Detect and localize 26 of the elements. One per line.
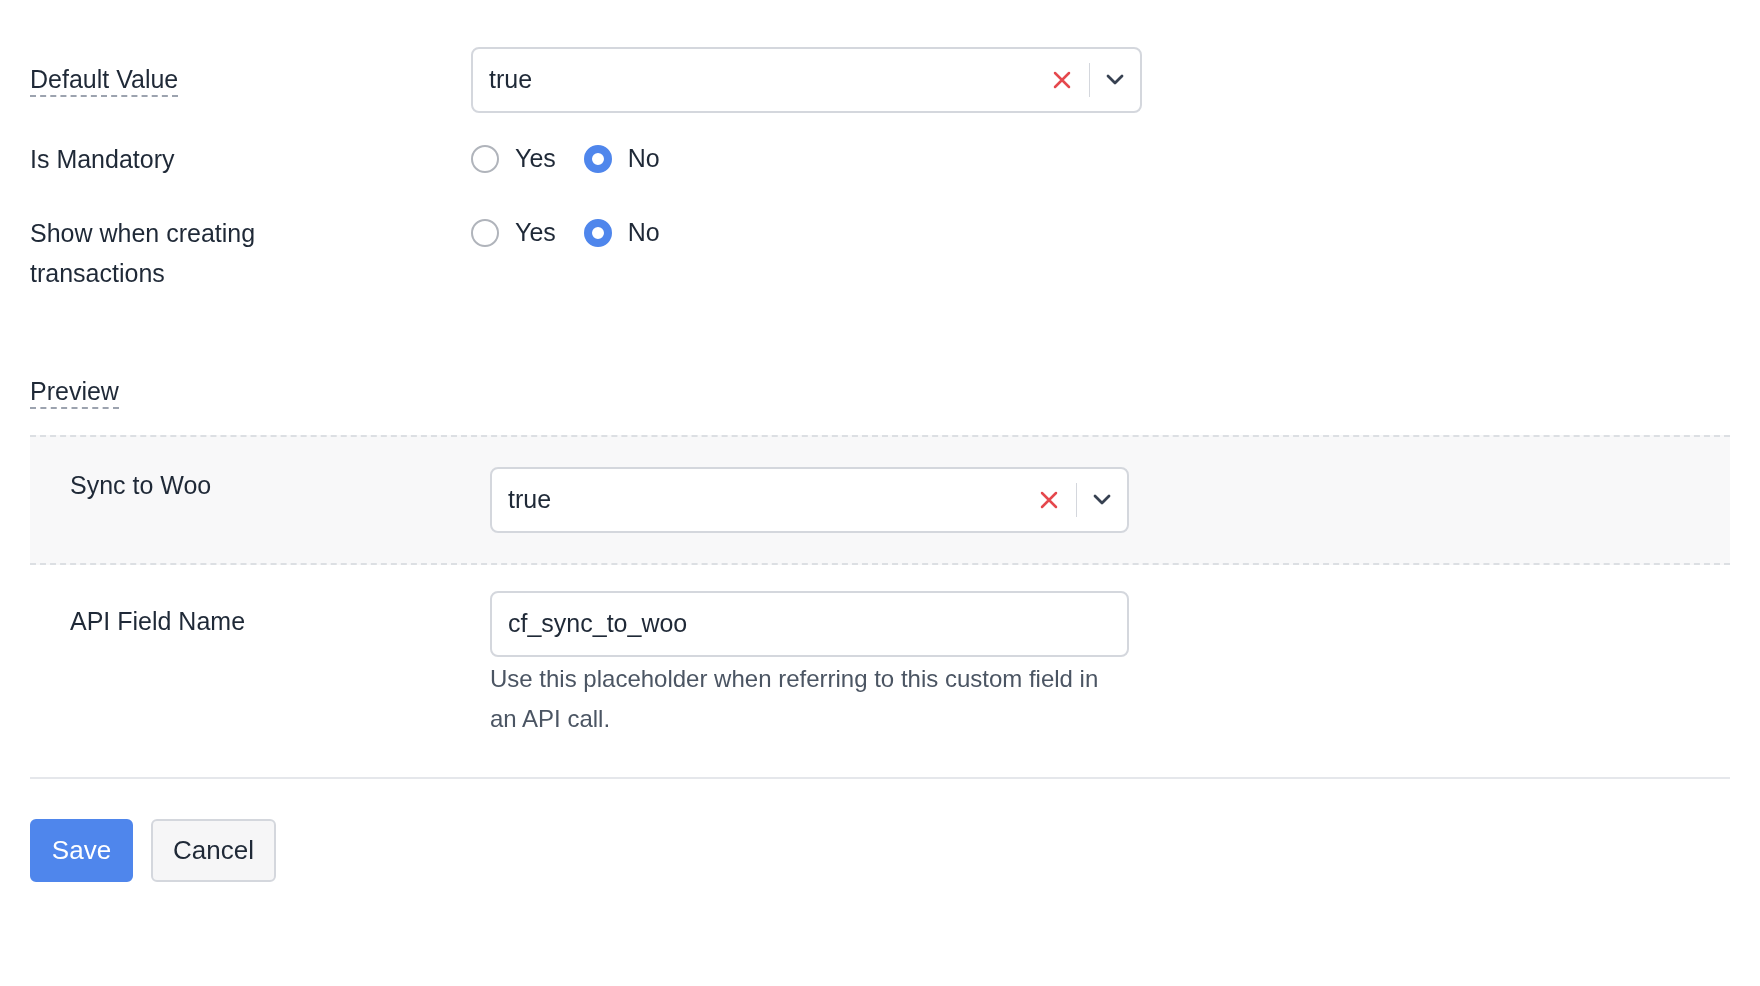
radio-button[interactable] [583,145,612,173]
radio-label[interactable]: No [627,140,660,178]
radio-label[interactable]: Yes [515,140,556,178]
radio-button[interactable] [583,219,612,247]
field-label: Show when creating transactions [30,218,257,289]
caret-icon[interactable] [1106,74,1124,86]
dropdown-value: true [508,483,553,515]
save-button[interactable]: Save [30,818,133,882]
field-label: API Field Name [70,606,246,635]
help-text: Use this placeholder when referring to this custom field in an API call. [490,663,1100,734]
dropdown-field[interactable]: true [471,47,1142,113]
section-title: Preview [30,377,119,409]
dropdown-field[interactable]: true [490,466,1129,533]
field-label: Default Value [30,65,179,98]
clear-icon[interactable] [1040,490,1058,509]
api-field-name-input[interactable]: cf_sync_to_woo [490,590,1129,657]
radio-button[interactable] [471,145,499,173]
field-label: Is Mandatory [30,144,176,175]
radio-label[interactable]: No [627,214,660,252]
caret-icon[interactable] [1093,493,1111,506]
field-label: Sync to Woo [70,470,212,499]
cancel-button[interactable]: Cancel [151,818,276,882]
radio-label[interactable]: Yes [515,214,556,252]
clear-icon[interactable] [1053,71,1071,89]
dropdown-value: true [489,64,534,96]
radio-button[interactable] [471,219,499,247]
